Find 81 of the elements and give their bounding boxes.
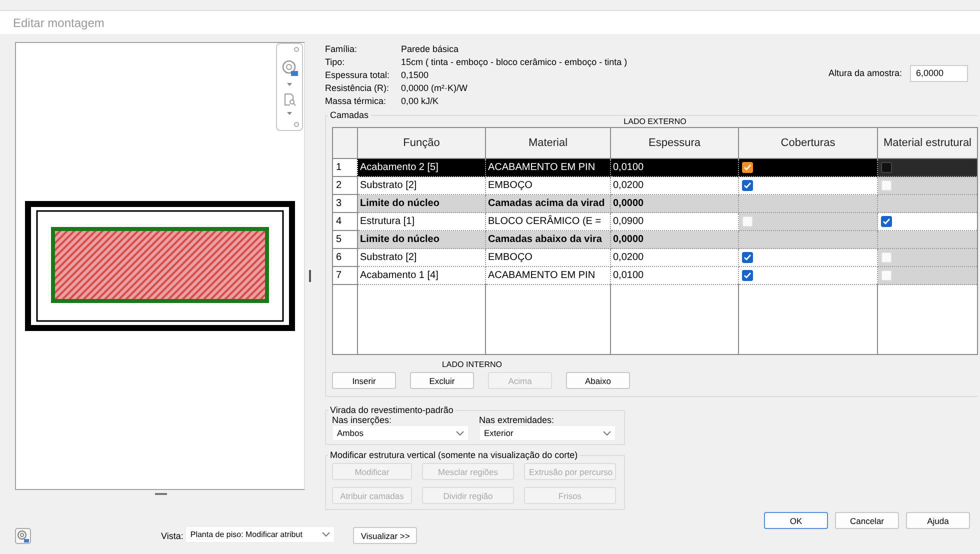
table-cell: Acabamento 1 [4] — [358, 266, 486, 284]
splitter-handle[interactable] — [309, 270, 311, 282]
property-label: Tipo: — [325, 56, 346, 66]
caret-icon[interactable] — [287, 112, 292, 116]
table-cell: 0,0000 — [610, 230, 738, 248]
window-title: Editar montagem — [13, 16, 104, 30]
property-value: 0,00 kJ/K — [401, 96, 439, 106]
table-cell: Acabamento 2 [5] — [358, 158, 486, 176]
table-row[interactable]: 6 Substrato [2] EMBOÇO 0,0200 — [332, 248, 978, 266]
column-header: Material estrutural — [878, 128, 978, 158]
table-cell: ACABAMENTO EM PIN — [486, 266, 610, 284]
table-cell: 0,0100 — [610, 158, 738, 176]
checkbox[interactable] — [881, 216, 892, 227]
chevron-icon — [603, 430, 611, 436]
table-cell: 0,0100 — [610, 266, 738, 284]
table-row[interactable]: 4 Estrutura [1] BLOCO CERÂMICO (E = 0,0900 — [332, 212, 978, 230]
sample-height-field[interactable]: 6,0000 — [910, 64, 968, 82]
table-cell: Camadas acima da virad — [486, 194, 610, 212]
group-title: Camadas — [329, 110, 370, 120]
row-number: 7 — [332, 266, 358, 284]
property-label: Espessura total: — [325, 70, 391, 80]
table-cell: 0,0000 — [610, 194, 738, 212]
caret-icon[interactable] — [287, 83, 292, 86]
view-dropdown[interactable]: Planta de piso: Modificar atribut — [185, 526, 336, 543]
table-row[interactable]: 3 Limite do núcleo Camadas acima da virad 0,0000 — [332, 194, 978, 212]
steering-wheel-icon[interactable] — [15, 528, 31, 544]
dropdown[interactable]: Ambos — [332, 425, 469, 441]
property-label: Resistência (R): — [325, 82, 390, 92]
table-cell: 0,0200 — [610, 248, 738, 266]
row-number: 2 — [332, 176, 358, 194]
layer-button[interactable]: Abaixo — [566, 372, 630, 389]
group-title: Virada do revestimento-padrão — [329, 405, 454, 415]
property-value: 0,1500 — [401, 70, 429, 80]
row-number: 3 — [332, 194, 358, 212]
steering-wheel-icon[interactable] — [280, 58, 298, 77]
resize-handle[interactable] — [155, 493, 167, 495]
interior-side-label: LADO INTERNO — [442, 360, 502, 368]
table-row[interactable]: 7 Acabamento 1 [4] ACABAMENTO EM PIN 0,0100 — [332, 266, 978, 284]
table-cell: Limite do núcleo — [358, 230, 486, 248]
chevron-icon — [322, 532, 330, 537]
field-label: Nas extremidades: — [479, 415, 556, 425]
dropdown[interactable]: Exterior — [479, 425, 616, 441]
preview-button[interactable]: Visualizar >> — [353, 527, 418, 544]
table-cell: EMBOÇO — [486, 248, 610, 266]
checkbox[interactable] — [742, 162, 753, 173]
checkbox[interactable] — [742, 270, 753, 281]
table-row[interactable]: 1 Acabamento 2 [5] ACABAMENTO EM PIN 0,0100 — [332, 158, 978, 176]
column-header: Função — [358, 128, 486, 158]
property-label: Massa térmica: — [325, 96, 388, 106]
dialog-button[interactable]: Ajuda — [906, 512, 970, 529]
layer-button[interactable]: Excluir — [410, 372, 474, 389]
table-row[interactable]: 5 Limite do núcleo Camadas abaixo da vira 0,0000 — [332, 230, 978, 248]
property-value: 0,0000 (m²·K)/W — [401, 82, 468, 92]
checkbox[interactable] — [742, 252, 753, 263]
layer-button[interactable]: Inserir — [332, 372, 396, 389]
table-cell: Camadas abaixo da vira — [486, 230, 610, 248]
column-header: Espessura — [610, 128, 738, 158]
checkbox[interactable] — [881, 162, 892, 173]
field-label: Nas inserções: — [332, 415, 393, 425]
navigation-bar[interactable] — [276, 43, 303, 131]
column-header: Material — [486, 128, 610, 158]
checkbox[interactable] — [742, 180, 753, 191]
property-value: 15cm ( tinta - emboço - bloco cerâmico - emboço - tinta ) — [401, 56, 628, 66]
sample-height-label: Altura da amostra: — [828, 68, 902, 78]
table-cell: Substrato [2] — [358, 248, 486, 266]
property-label: Família: — [325, 44, 358, 54]
dialog-button[interactable]: OK — [764, 512, 828, 529]
group-title: Modificar estrutura vertical (somente na visualização do corte) — [329, 450, 579, 460]
table-cell: Limite do núcleo — [358, 194, 486, 212]
view-label: Vista: — [161, 531, 184, 541]
zoom-icon[interactable] — [284, 92, 296, 106]
property-value: Parede básica — [401, 44, 459, 54]
row-number: 4 — [332, 212, 358, 230]
dialog-button[interactable]: Cancelar — [835, 512, 899, 529]
row-number: 1 — [332, 158, 358, 176]
row-number: 5 — [332, 230, 358, 248]
row-number: 6 — [332, 248, 358, 266]
exterior-side-label: LADO EXTERNO — [624, 117, 686, 126]
table-cell: ACABAMENTO EM PIN — [486, 158, 610, 176]
column-header: Coberturas — [738, 128, 878, 158]
chevron-icon — [456, 430, 464, 436]
